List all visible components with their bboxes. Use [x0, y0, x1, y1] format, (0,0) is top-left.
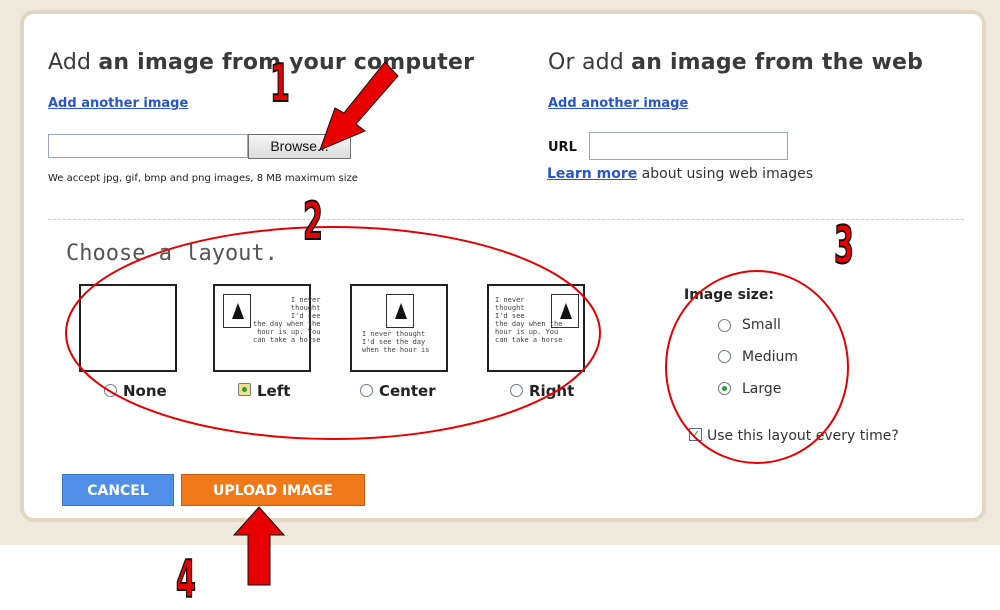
- browse-button[interactable]: Browse...: [248, 134, 351, 159]
- size-radio-small[interactable]: [718, 319, 731, 332]
- section-divider: [48, 219, 964, 220]
- step-3-label: 3: [833, 215, 854, 277]
- size-label-small: Small: [742, 317, 781, 333]
- url-label: URL: [548, 140, 577, 155]
- web-section-title: Or add an image from the web: [548, 50, 924, 75]
- layout-thumb-right[interactable]: I never thought I'd see the day when the…: [487, 284, 585, 372]
- sample-text: I never thought I'd see the day when the…: [495, 296, 563, 344]
- upload-image-button[interactable]: UPLOAD IMAGE: [181, 474, 365, 506]
- size-label-large: Large: [742, 381, 782, 397]
- step-1-label: 1: [269, 53, 290, 115]
- add-another-image-link-web[interactable]: Add another image: [548, 96, 688, 111]
- layout-label-none: None: [123, 382, 167, 400]
- step-4-label: 4: [175, 549, 196, 610]
- image-size-title: Image size:: [684, 287, 775, 303]
- layout-radio-none[interactable]: [104, 384, 117, 397]
- layout-label-right: Right: [529, 382, 575, 400]
- sample-text: I never thought I'd see the day when the…: [362, 330, 430, 354]
- add-another-image-link-computer[interactable]: Add another image: [48, 96, 188, 111]
- step-2-label: 2: [302, 191, 323, 253]
- use-layout-checkbox[interactable]: ✓: [689, 428, 702, 441]
- file-type-note: We accept jpg, gif, bmp and png images, …: [48, 173, 358, 184]
- layout-radio-right[interactable]: [510, 384, 523, 397]
- size-radio-large[interactable]: [718, 382, 731, 395]
- picture-icon: [386, 294, 414, 328]
- layout-radio-center[interactable]: [360, 384, 373, 397]
- layout-radio-left[interactable]: [238, 383, 251, 396]
- layout-thumb-left[interactable]: I never thought I'd see the day when the…: [213, 284, 320, 372]
- url-input[interactable]: [589, 132, 788, 160]
- picture-icon: [223, 294, 251, 328]
- size-label-medium: Medium: [742, 349, 798, 365]
- use-layout-label: Use this layout every time?: [707, 428, 899, 444]
- layout-label-center: Center: [379, 382, 436, 400]
- file-path-input[interactable]: [48, 134, 248, 158]
- layout-thumb-none[interactable]: [79, 284, 177, 372]
- sample-text: I never thought I'd see the day when the…: [253, 296, 321, 344]
- size-radio-medium[interactable]: [718, 350, 731, 363]
- layout-label-left: Left: [257, 382, 291, 400]
- layout-title: Choose a layout.: [66, 241, 278, 266]
- learn-more-link[interactable]: Learn more: [547, 166, 637, 182]
- cancel-button[interactable]: CANCEL: [62, 474, 174, 506]
- computer-section-title: Add an image from your computer: [48, 50, 475, 75]
- learn-more-line: Learn more about using web images: [547, 166, 814, 182]
- layout-thumb-center[interactable]: I never thought I'd see the day when the…: [350, 284, 448, 372]
